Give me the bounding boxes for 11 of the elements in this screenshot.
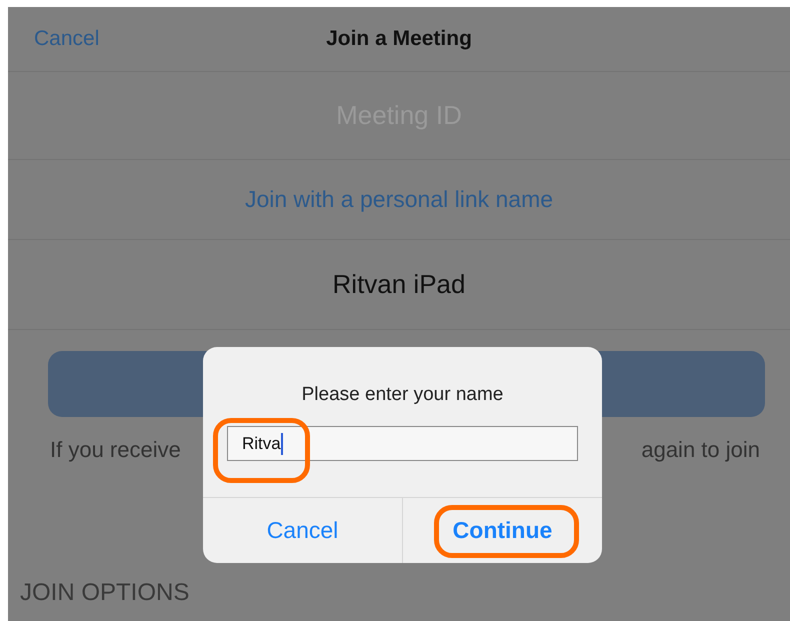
screen-title: Join a Meeting: [326, 27, 472, 51]
cancel-button[interactable]: Cancel: [203, 498, 402, 563]
cancel-link[interactable]: Cancel: [34, 27, 100, 51]
display-name-field[interactable]: Ritvan iPad: [8, 240, 790, 330]
continue-button[interactable]: Continue: [402, 498, 602, 563]
section-heading: JOIN OPTIONS: [20, 579, 190, 607]
personal-link-name-link[interactable]: Join with a personal link name: [244, 186, 554, 213]
dialog-title: Please enter your name: [302, 384, 504, 406]
info-text: If you receive: [50, 437, 181, 463]
info-text: again to join: [641, 437, 760, 463]
name-field[interactable]: Ritva: [227, 426, 578, 461]
